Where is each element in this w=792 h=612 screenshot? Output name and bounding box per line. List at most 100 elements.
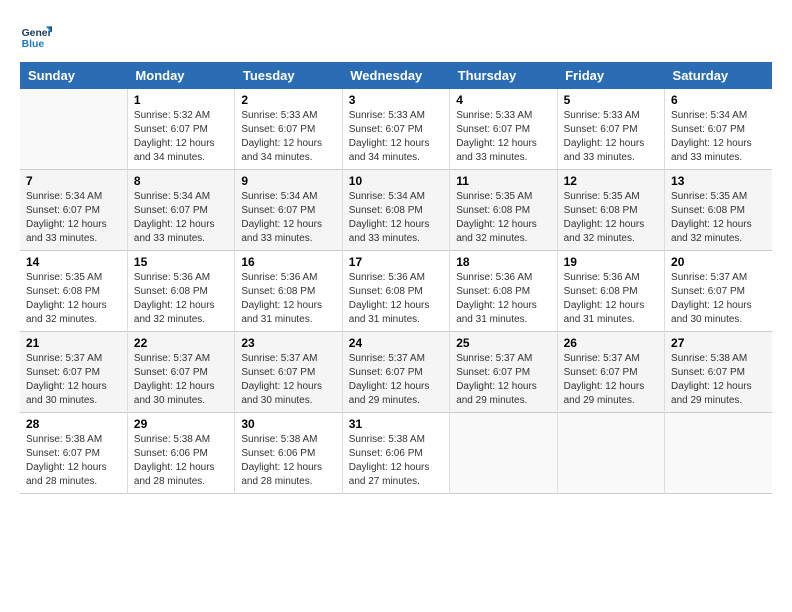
day-info: Sunrise: 5:36 AMSunset: 6:08 PMDaylight:… [349,271,443,327]
day-number: 9 [241,174,335,188]
week-row-3: 14 Sunrise: 5:35 AMSunset: 6:08 PMDayligh… [20,251,772,332]
calendar-cell [450,413,557,494]
week-row-2: 7 Sunrise: 5:34 AMSunset: 6:07 PMDaylight… [20,170,772,251]
calendar-cell: 13 Sunrise: 5:35 AMSunset: 6:08 PMDayligh… [665,170,772,251]
calendar-cell: 8 Sunrise: 5:34 AMSunset: 6:07 PMDaylight… [127,170,234,251]
calendar-cell: 5 Sunrise: 5:33 AMSunset: 6:07 PMDaylight… [557,89,664,170]
logo: General Blue [20,20,52,52]
day-number: 13 [671,174,766,188]
calendar-cell: 28 Sunrise: 5:38 AMSunset: 6:07 PMDayligh… [20,413,127,494]
day-info: Sunrise: 5:37 AMSunset: 6:07 PMDaylight:… [456,352,550,408]
day-info: Sunrise: 5:38 AMSunset: 6:07 PMDaylight:… [671,352,766,408]
day-number: 22 [134,336,228,350]
calendar-cell: 25 Sunrise: 5:37 AMSunset: 6:07 PMDayligh… [450,332,557,413]
day-info: Sunrise: 5:34 AMSunset: 6:08 PMDaylight:… [349,190,443,246]
day-number: 27 [671,336,766,350]
calendar-cell: 16 Sunrise: 5:36 AMSunset: 6:08 PMDayligh… [235,251,342,332]
day-number: 16 [241,255,335,269]
svg-text:Blue: Blue [22,39,45,50]
day-number: 20 [671,255,766,269]
calendar-cell: 27 Sunrise: 5:38 AMSunset: 6:07 PMDayligh… [665,332,772,413]
calendar-cell: 26Sunrise: 5:37 AMSunset: 6:07 PMDayligh… [557,332,664,413]
day-number: 5 [564,93,658,107]
week-row-5: 28 Sunrise: 5:38 AMSunset: 6:07 PMDayligh… [20,413,772,494]
weekday-header-tuesday: Tuesday [235,62,342,89]
day-number: 25 [456,336,550,350]
calendar-cell: 21Sunrise: 5:37 AMSunset: 6:07 PMDayligh… [20,332,127,413]
day-number: 1 [134,93,228,107]
calendar-cell: 30Sunrise: 5:38 AMSunset: 6:06 PMDayligh… [235,413,342,494]
calendar-cell [665,413,772,494]
calendar-cell: 22 Sunrise: 5:37 AMSunset: 6:07 PMDayligh… [127,332,234,413]
day-info: Sunrise: 5:33 AMSunset: 6:07 PMDaylight:… [564,109,658,165]
calendar-cell [20,89,127,170]
calendar-cell: 19Sunrise: 5:36 AMSunset: 6:08 PMDayligh… [557,251,664,332]
day-number: 17 [349,255,443,269]
day-number: 23 [241,336,335,350]
day-info: Sunrise: 5:37 AMSunset: 6:07 PMDaylight:… [349,352,443,408]
weekday-header-saturday: Saturday [665,62,772,89]
calendar-cell: 9Sunrise: 5:34 AMSunset: 6:07 PMDaylight… [235,170,342,251]
calendar-cell: 31 Sunrise: 5:38 AMSunset: 6:06 PMDayligh… [342,413,449,494]
day-info: Sunrise: 5:33 AMSunset: 6:07 PMDaylight:… [241,109,335,165]
day-info: Sunrise: 5:38 AMSunset: 6:06 PMDaylight:… [349,433,443,489]
day-info: Sunrise: 5:35 AMSunset: 6:08 PMDaylight:… [671,190,766,246]
day-number: 15 [134,255,228,269]
day-info: Sunrise: 5:35 AMSunset: 6:08 PMDaylight:… [456,190,550,246]
calendar-cell: 1 Sunrise: 5:32 AMSunset: 6:07 PMDaylight… [127,89,234,170]
day-info: Sunrise: 5:38 AMSunset: 6:06 PMDaylight:… [134,433,228,489]
day-info: Sunrise: 5:37 AMSunset: 6:07 PMDaylight:… [241,352,335,408]
logo-icon: General Blue [20,20,52,52]
day-info: Sunrise: 5:36 AMSunset: 6:08 PMDaylight:… [456,271,550,327]
calendar-cell: 4Sunrise: 5:33 AMSunset: 6:07 PMDaylight… [450,89,557,170]
day-number: 3 [349,93,443,107]
calendar-cell: 3 Sunrise: 5:33 AMSunset: 6:07 PMDaylight… [342,89,449,170]
day-info: Sunrise: 5:37 AMSunset: 6:07 PMDaylight:… [671,271,766,327]
day-info: Sunrise: 5:36 AMSunset: 6:08 PMDaylight:… [241,271,335,327]
day-number: 6 [671,93,766,107]
calendar-cell: 10Sunrise: 5:34 AMSunset: 6:08 PMDayligh… [342,170,449,251]
day-info: Sunrise: 5:37 AMSunset: 6:07 PMDaylight:… [134,352,228,408]
day-number: 26 [564,336,658,350]
day-number: 24 [349,336,443,350]
header: General Blue [20,20,772,52]
calendar-cell: 29Sunrise: 5:38 AMSunset: 6:06 PMDayligh… [127,413,234,494]
weekday-header-friday: Friday [557,62,664,89]
day-info: Sunrise: 5:38 AMSunset: 6:06 PMDaylight:… [241,433,335,489]
weekday-header-wednesday: Wednesday [342,62,449,89]
weekday-header-sunday: Sunday [20,62,127,89]
day-number: 11 [456,174,550,188]
day-info: Sunrise: 5:33 AMSunset: 6:07 PMDaylight:… [349,109,443,165]
calendar-cell: 14 Sunrise: 5:35 AMSunset: 6:08 PMDayligh… [20,251,127,332]
day-number: 7 [26,174,121,188]
calendar-cell: 23 Sunrise: 5:37 AMSunset: 6:07 PMDayligh… [235,332,342,413]
day-info: Sunrise: 5:34 AMSunset: 6:07 PMDaylight:… [134,190,228,246]
calendar-cell: 18 Sunrise: 5:36 AMSunset: 6:08 PMDayligh… [450,251,557,332]
calendar-cell: 17 Sunrise: 5:36 AMSunset: 6:08 PMDayligh… [342,251,449,332]
weekday-header-monday: Monday [127,62,234,89]
day-number: 28 [26,417,121,431]
svg-text:General: General [22,28,52,39]
day-number: 18 [456,255,550,269]
week-row-4: 21Sunrise: 5:37 AMSunset: 6:07 PMDayligh… [20,332,772,413]
calendar-cell: 11 Sunrise: 5:35 AMSunset: 6:08 PMDayligh… [450,170,557,251]
calendar-cell: 7 Sunrise: 5:34 AMSunset: 6:07 PMDaylight… [20,170,127,251]
day-info: Sunrise: 5:32 AMSunset: 6:07 PMDaylight:… [134,109,228,165]
calendar-table: SundayMondayTuesdayWednesdayThursdayFrid… [20,62,772,494]
day-number: 31 [349,417,443,431]
day-info: Sunrise: 5:35 AMSunset: 6:08 PMDaylight:… [564,190,658,246]
day-info: Sunrise: 5:35 AMSunset: 6:08 PMDaylight:… [26,271,121,327]
week-row-1: 1 Sunrise: 5:32 AMSunset: 6:07 PMDaylight… [20,89,772,170]
calendar-cell: 6 Sunrise: 5:34 AMSunset: 6:07 PMDaylight… [665,89,772,170]
day-info: Sunrise: 5:34 AMSunset: 6:07 PMDaylight:… [26,190,121,246]
day-number: 14 [26,255,121,269]
calendar-cell: 2 Sunrise: 5:33 AMSunset: 6:07 PMDaylight… [235,89,342,170]
day-number: 8 [134,174,228,188]
day-info: Sunrise: 5:34 AMSunset: 6:07 PMDaylight:… [671,109,766,165]
calendar-cell: 24 Sunrise: 5:37 AMSunset: 6:07 PMDayligh… [342,332,449,413]
day-number: 12 [564,174,658,188]
day-info: Sunrise: 5:37 AMSunset: 6:07 PMDaylight:… [26,352,121,408]
day-info: Sunrise: 5:38 AMSunset: 6:07 PMDaylight:… [26,433,121,489]
day-info: Sunrise: 5:36 AMSunset: 6:08 PMDaylight:… [564,271,658,327]
day-number: 2 [241,93,335,107]
